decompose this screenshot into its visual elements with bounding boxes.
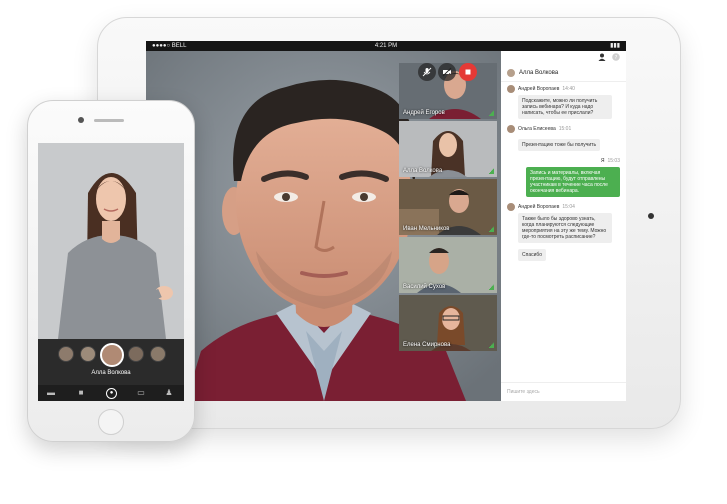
participant-avatar[interactable] [150, 346, 166, 362]
message-author: Андрей Воропаев [518, 204, 560, 210]
phone-device: Алла Волкова ▬ ■ ● ▭ ♟ [27, 100, 195, 442]
author-avatar [507, 85, 515, 93]
main-speaker-video[interactable]: Андрей Егоров Алла Волкова Иван Мельнико… [146, 51, 501, 401]
record-nav-icon[interactable]: ● [106, 388, 117, 399]
mic-off-icon[interactable] [418, 63, 436, 81]
participant-name: Василий Сухов [403, 284, 446, 290]
participant-thumb[interactable]: Алла Волкова [399, 121, 497, 177]
phone-home-button[interactable] [98, 409, 124, 435]
svg-text:?: ? [615, 55, 618, 61]
participant-name: Елена Смирнова [403, 342, 451, 348]
message-bubble: Также было бы здорово узнать, когда план… [518, 213, 612, 243]
message-bubble: Запись и материалы, включая презентацию,… [526, 167, 620, 197]
participant-avatar[interactable] [80, 346, 96, 362]
participant-thumb[interactable]: Иван Мельников [399, 179, 497, 235]
chat-message: Андрей Воропаев 15:04 Также было бы здоро… [507, 203, 620, 261]
tablet-camera [648, 213, 654, 219]
phone-speaker [94, 119, 124, 122]
chat-toolbar: ? [501, 51, 626, 63]
message-time: 15:01 [558, 126, 572, 132]
phone-main-video[interactable] [38, 143, 184, 339]
participant-avatar[interactable] [128, 346, 144, 362]
message-time: 15:04 [562, 204, 575, 210]
message-input[interactable]: Пишите здесь [501, 382, 626, 401]
chat-message: Ольга Елисеева 15:01 Презентацию тоже бы … [507, 125, 620, 151]
message-bubble: Подскажите, можно ли получить запись веб… [518, 95, 612, 119]
video-off-icon[interactable] [438, 63, 456, 81]
speaker-portrait [38, 143, 184, 339]
signal-icon [489, 168, 494, 174]
chat-header[interactable]: Алла Волкова [501, 65, 626, 82]
message-time: 14:40 [562, 86, 575, 92]
signal-icon [489, 342, 494, 348]
participant-list: Андрей Егоров Алла Волкова Иван Мельнико… [399, 63, 499, 353]
message-author: Ольга Елисеева [518, 126, 556, 132]
contact-name: Алла Волкова [519, 70, 559, 76]
chat-panel: ? Алла Волкова Андрей Воропаев 14:40 Подс… [501, 51, 626, 401]
message-bubble: Презентацию тоже бы получить [518, 139, 601, 151]
battery-icon: ▮▮▮ [610, 43, 620, 49]
author-avatar [507, 203, 515, 211]
message-author: Андрей Воропаев [518, 86, 560, 92]
contact-avatar [507, 69, 515, 77]
signal-icon [489, 226, 494, 232]
participant-thumb[interactable]: Елена Смирнова [399, 295, 497, 351]
message-bubble: Спасибо [518, 249, 547, 261]
message-author: Я [600, 158, 605, 164]
chat-message-own: Я 15:03 Запись и материалы, включая презе… [507, 157, 620, 197]
author-avatar [507, 125, 515, 133]
message-input-placeholder: Пишите здесь [507, 389, 540, 395]
phone-screen: Алла Волкова ▬ ■ ● ▭ ♟ [38, 143, 184, 401]
stop-icon[interactable] [459, 63, 477, 81]
clock: 4:21 PM [374, 43, 398, 49]
signal-icon [489, 284, 494, 290]
phone-bottom-nav: ▬ ■ ● ▭ ♟ [38, 385, 184, 401]
phone-participant-strip: Алла Волкова [38, 339, 184, 385]
chat-message: Андрей Воропаев 14:40 Подскажите, можно л… [507, 85, 620, 119]
participant-avatar[interactable] [58, 346, 74, 362]
participant-thumb[interactable]: Василий Сухов [399, 237, 497, 293]
signal-icon [489, 110, 494, 116]
participant-name: Иван Мельников [403, 226, 450, 232]
message-list: Андрей Воропаев 14:40 Подскажите, можно л… [501, 85, 626, 267]
active-participant-avatar[interactable] [100, 343, 124, 367]
status-bar: ●●●●○ BELL 4:21 PM ▮▮▮ [146, 41, 626, 51]
participants-nav-icon[interactable]: ♟ [164, 388, 174, 398]
video-nav-icon[interactable]: ■ [76, 388, 86, 398]
files-nav-icon[interactable]: ▬ [46, 388, 56, 398]
active-speaker-name: Алла Волкова [91, 370, 131, 376]
help-icon[interactable]: ? [612, 53, 620, 61]
phone-camera [78, 117, 84, 123]
chat-nav-icon[interactable]: ▭ [136, 388, 146, 398]
participant-name: Андрей Егоров [403, 110, 445, 116]
tablet-screen: ●●●●○ BELL 4:21 PM ▮▮▮ Андрей Егоров Алл… [146, 41, 626, 401]
message-time: 15:03 [607, 158, 620, 164]
user-icon[interactable] [598, 53, 606, 61]
participant-name: Алла Волкова [403, 168, 443, 174]
